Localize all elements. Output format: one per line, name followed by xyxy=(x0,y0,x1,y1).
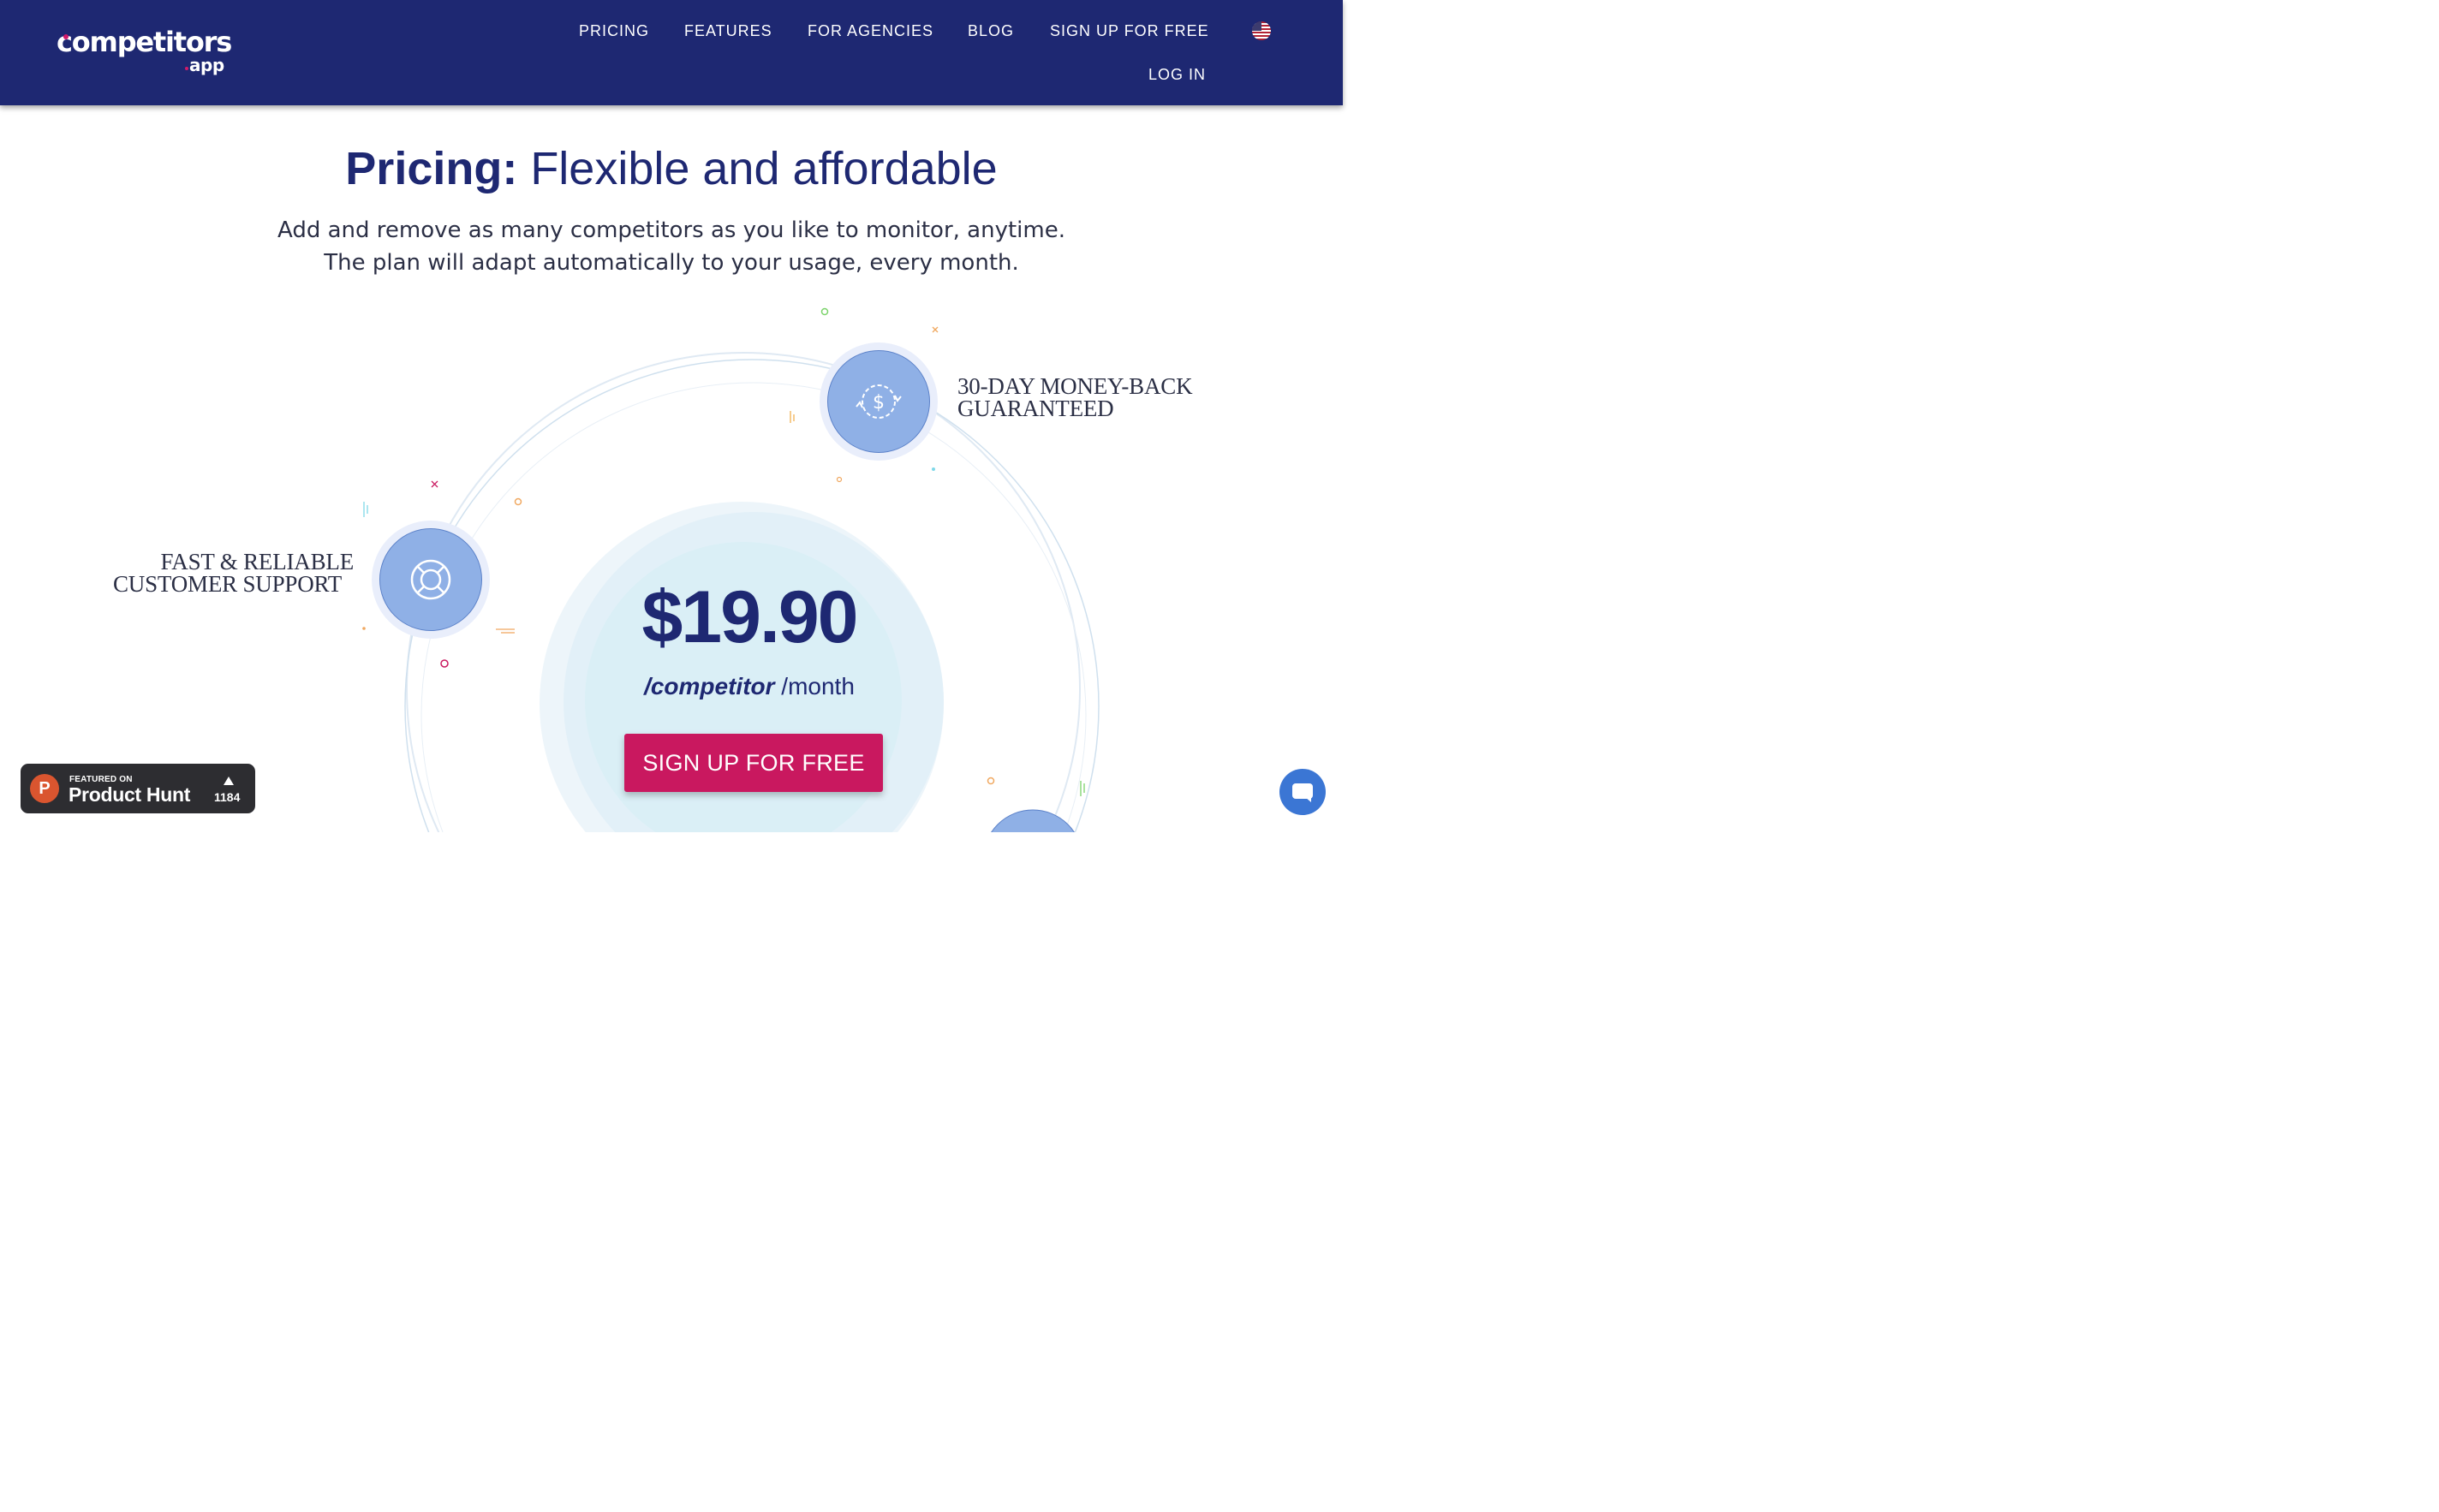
sparkle xyxy=(362,627,366,630)
logo-sub-text: app xyxy=(189,55,224,75)
svg-text:$: $ xyxy=(873,392,885,414)
sparkle xyxy=(363,502,368,517)
sparkle xyxy=(514,497,522,506)
sparkle xyxy=(987,777,995,785)
upvote-count: 1184 xyxy=(214,790,241,804)
logo-main-text: competitors xyxy=(57,26,232,58)
sparkle xyxy=(836,476,843,483)
sparkle xyxy=(820,307,829,316)
upvote-arrow-icon xyxy=(224,777,234,785)
product-hunt-name: Product Hunt xyxy=(69,783,191,806)
logo-sub-dot xyxy=(185,67,188,70)
nav-for-agencies[interactable]: FOR AGENCIES xyxy=(808,22,933,40)
subtitle-line-2: The plan will adapt automatically to you… xyxy=(324,250,1019,276)
price-unit-competitor: /competitor xyxy=(644,673,775,699)
support-line-2: CUSTOMER SUPPORT xyxy=(112,571,342,597)
chat-bubble-icon xyxy=(1292,783,1313,802)
lifebuoy-icon xyxy=(410,559,451,600)
chat-launcher-button[interactable] xyxy=(1279,769,1326,815)
money-back-line-1: 30-DAY MONEY-BACK xyxy=(957,373,1193,399)
money-back-circle: $ xyxy=(827,350,930,453)
page-title-bold: Pricing: xyxy=(345,143,518,194)
sparkle xyxy=(932,467,935,471)
nav-log-in[interactable]: LOG IN xyxy=(1148,66,1206,84)
competitors-app-logo[interactable]: competitors app xyxy=(57,26,232,75)
sparkle xyxy=(496,628,515,634)
dollar-cycle-icon: $ xyxy=(856,384,902,419)
product-hunt-logo-icon: P xyxy=(30,774,59,803)
nav-blog[interactable]: BLOG xyxy=(968,22,1014,40)
page-title-rest: Flexible and affordable xyxy=(517,143,998,194)
support-line-1: FAST & RELIABLE xyxy=(160,549,354,574)
page-title: Pricing: Flexible and affordable xyxy=(0,142,1343,195)
sparkle xyxy=(790,411,795,423)
sparkle xyxy=(1080,781,1085,796)
us-flag-icon[interactable] xyxy=(1252,21,1271,40)
sparkle xyxy=(932,326,939,333)
feature-circle-partial xyxy=(991,809,1075,832)
price-amount: $19.90 xyxy=(641,576,858,658)
logo-dot xyxy=(63,34,69,39)
price-unit: /competitor /month xyxy=(548,673,951,700)
nav-pricing[interactable]: PRICING xyxy=(579,22,649,40)
nav-features[interactable]: FEATURES xyxy=(684,22,772,40)
support-circle xyxy=(379,528,482,631)
nav-sign-up[interactable]: SIGN UP FOR FREE xyxy=(1050,22,1209,40)
subtitle-line-1: Add and remove as many competitors as yo… xyxy=(277,217,1065,243)
support-label: FAST & RELIABLE CUSTOMER SUPPORT xyxy=(110,549,354,597)
money-back-line-2: GUARANTEED xyxy=(957,396,1114,421)
price-unit-month: /month xyxy=(774,673,855,699)
sparkle xyxy=(431,480,438,488)
product-hunt-badge[interactable]: P FEATURED ON Product Hunt 1184 xyxy=(21,764,255,813)
page-subtitle: Add and remove as many competitors as yo… xyxy=(0,214,1343,279)
sparkle xyxy=(440,659,449,668)
money-back-label: 30-DAY MONEY-BACK GUARANTEED xyxy=(957,373,1193,421)
sign-up-free-button[interactable]: SIGN UP FOR FREE xyxy=(624,734,883,792)
top-navbar: competitors app PRICING FEATURES FOR AGE… xyxy=(0,0,1343,105)
